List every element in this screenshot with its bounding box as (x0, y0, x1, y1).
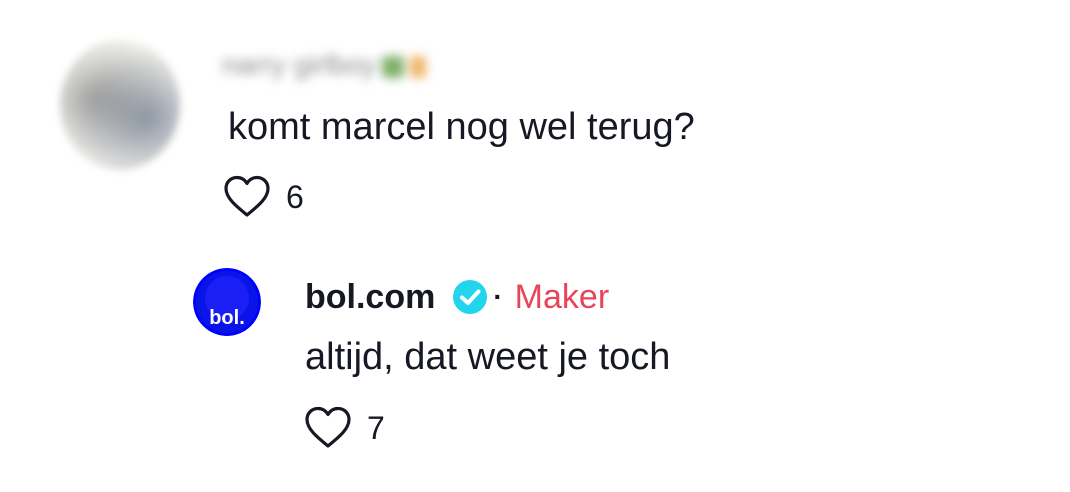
bol-logo-text: bol. (209, 307, 245, 329)
emoji-icon (410, 55, 427, 78)
separator-dot: · (493, 281, 503, 312)
reply-username[interactable]: bol.com (305, 278, 435, 317)
creator-badge: Maker (514, 277, 610, 316)
heart-outline-icon[interactable] (222, 174, 272, 220)
comment-text: komt marcel nog wel terug? (228, 106, 695, 148)
like-count: 7 (367, 409, 385, 446)
verified-badge-icon (451, 278, 489, 316)
reply-header: bol.com · Maker (305, 272, 609, 322)
heart-outline-icon[interactable] (303, 405, 353, 451)
comment-like-row: 6 (222, 172, 304, 222)
avatar[interactable] (60, 40, 180, 170)
reply-text: altijd, dat weet je toch (305, 336, 671, 378)
bol-logo-avatar[interactable]: bol. (193, 268, 261, 336)
comment-username[interactable]: narry girlboy (222, 44, 552, 86)
reply-like-row: 7 (303, 403, 385, 453)
leaf-emoji-icon (382, 55, 405, 78)
like-count: 6 (286, 178, 304, 215)
comment-username-text[interactable]: narry girlboy (222, 49, 376, 80)
